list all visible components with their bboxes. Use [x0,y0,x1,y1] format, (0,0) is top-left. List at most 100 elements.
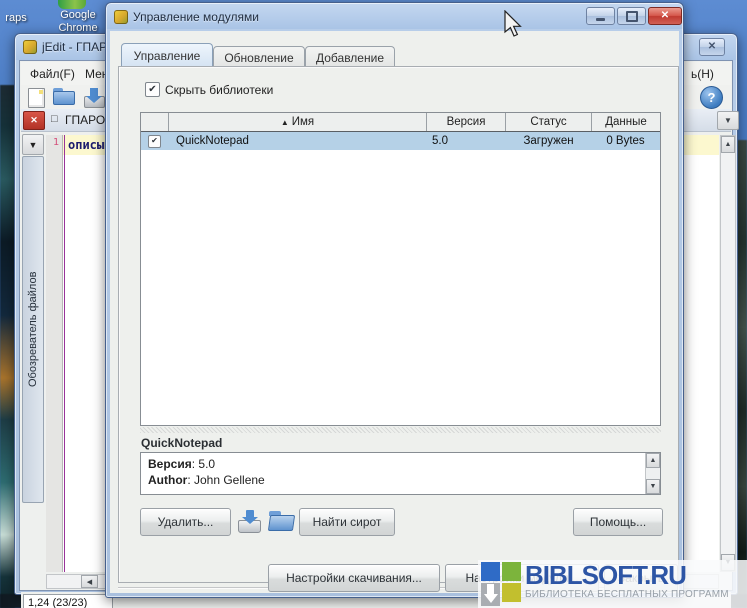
detail-line: Версия: 5.0 [148,456,640,472]
desktop-icon-fraps[interactable]: raps [0,12,32,24]
plugin-size: 0 Bytes [606,135,644,147]
detail-label: Версия [148,457,192,471]
wallpaper-left-strip [0,85,15,608]
jedit-icon [114,10,128,24]
line-number: 1 [53,137,59,148]
cell-version: 5.0 [427,132,506,150]
maximize-button[interactable] [617,7,646,25]
button-label: Настройки скачивания... [286,571,422,585]
dock-collapse-button[interactable]: ▼ [22,134,44,155]
sort-asc-icon: ▲ [281,118,289,127]
column-label: Имя [292,116,314,128]
arrow-up-icon: ▲ [725,141,732,148]
button-label: Помощь... [590,515,646,529]
column-label: Статус [530,116,566,128]
jedit-close-button[interactable]: ✕ [699,38,725,56]
hide-libraries-label: Скрыть библиотеки [165,83,273,97]
scroll-down-button[interactable]: ▼ [646,479,660,494]
plugin-status: Загружен [523,135,573,147]
new-file-icon[interactable] [28,88,45,108]
save-icon[interactable] [83,88,107,108]
help-icon[interactable]: ? [700,86,723,109]
button-label: Удалить... [158,515,214,529]
desktop-icon-google-chrome[interactable]: Google Chrome [44,9,112,35]
button-label: Найти сирот [313,515,382,529]
download-options-button[interactable]: Настройки скачивания... [268,564,440,592]
jedit-icon [23,40,37,54]
manage-tab-panel: ✔ Скрыть библиотеки ▲ Имя Версия [118,66,679,583]
arrow-down-icon: ▼ [650,483,657,490]
file-browser-dock-button[interactable]: Обозреватель файлов [22,156,44,503]
caret-position-field: 1,24 (23/23) [23,594,113,608]
screen: raps Google Chrome jEdit - ГПАРО ✕ Файл(… [0,0,747,608]
minimize-icon [596,18,605,21]
help-button[interactable]: Помощь... [573,508,663,536]
column-label: Версия [447,116,486,128]
detail-label: Author [148,473,187,487]
close-icon: ✕ [661,11,669,21]
scroll-up-button[interactable]: ▲ [646,453,660,468]
details-scrollbar[interactable]: ▲ ▼ [645,453,660,494]
scroll-left-button[interactable]: ◀ [81,575,98,588]
remove-button[interactable]: Удалить... [140,508,231,536]
plugin-name: QuickNotepad [176,135,249,147]
bibsoft-logo-icon [481,562,521,606]
chevron-down-icon: ▼ [29,140,38,150]
minimize-button[interactable] [586,7,615,25]
editor-vscrollbar[interactable]: ▲ ▼ [720,135,736,572]
check-icon: ✔ [148,85,156,95]
table-header-row: ▲ Имя Версия Статус Данные [141,113,660,132]
plugin-version: 5.0 [432,135,448,147]
tab-label: Управление [134,49,201,63]
cell-data: 0 Bytes [592,132,660,150]
split-divider[interactable] [140,427,661,433]
dock-label: Обозреватель файлов [27,272,39,387]
bibsoft-watermark: BIBLSOFT.RU БИБЛИОТЕКА БЕСПЛАТНЫХ ПРОГРА… [478,560,747,608]
watermark-tagline: БИБЛИОТЕКА БЕСПЛАТНЫХ ПРОГРАММ [525,589,729,600]
arrow-up-icon: ▲ [650,457,657,464]
column-data[interactable]: Данные [592,113,660,131]
buffer-switcher-dropdown[interactable]: ▼ [717,111,739,130]
tab-label: Обновление [224,51,293,65]
close-icon: ✕ [30,115,38,126]
tab-manage[interactable]: Управление [121,43,213,68]
tab-install[interactable]: Добавление [305,46,395,68]
dialog-client-area: Управление Обновление Добавление ✔ Скрыт… [110,31,679,593]
tab-label: Добавление [316,51,384,65]
chrome-icon[interactable] [58,0,86,9]
open-folder-icon[interactable] [269,510,295,532]
plugin-details-box: Версия: 5.0 Author: John Gellene ▲ ▼ [140,452,661,495]
detail-value: : 5.0 [192,457,215,471]
install-plugin-icon[interactable] [237,510,263,533]
watermark-brand: BIBLSOFT.RU [525,562,729,589]
dialog-close-button[interactable]: ✕ [648,7,682,25]
detail-value: : John Gellene [187,473,264,487]
tab-update[interactable]: Обновление [213,46,305,68]
detail-line: Author: John Gellene [148,472,640,488]
maximize-icon [626,11,638,22]
close-dock-button[interactable]: ✕ [23,111,45,130]
open-folder-icon[interactable] [53,88,75,106]
dialog-title: Управление модулями [133,10,259,24]
hide-libraries-checkbox[interactable]: ✔ [145,82,160,97]
plugin-manager-dialog: Управление модулями ✕ Управление Обновле… [105,2,684,598]
plugin-table: ▲ Имя Версия Статус Данные [140,112,661,426]
question-glyph: ? [708,90,716,105]
buffer-dirty-icon: □ [51,113,58,125]
table-row[interactable]: ✔ QuickNotepad 5.0 Загружен [141,132,660,150]
close-icon: ✕ [708,42,716,52]
check-icon: ✔ [151,136,158,146]
chevron-down-icon: ▼ [724,116,732,125]
column-status[interactable]: Статус [506,113,592,131]
column-version[interactable]: Версия [427,113,506,131]
find-orphans-button[interactable]: Найти сирот [299,508,395,536]
cell-status: Загружен [506,132,592,150]
menu-help-fragment[interactable]: ь(H) [691,67,714,81]
plugin-enabled-checkbox[interactable]: ✔ [148,135,161,148]
column-checkbox[interactable] [141,113,169,131]
menu-file[interactable]: Файл(F) [30,67,75,81]
row-checkbox-cell: ✔ [141,132,169,150]
column-name[interactable]: ▲ Имя [169,113,427,131]
scroll-up-button[interactable]: ▲ [721,136,735,153]
column-label: Данные [605,116,647,128]
